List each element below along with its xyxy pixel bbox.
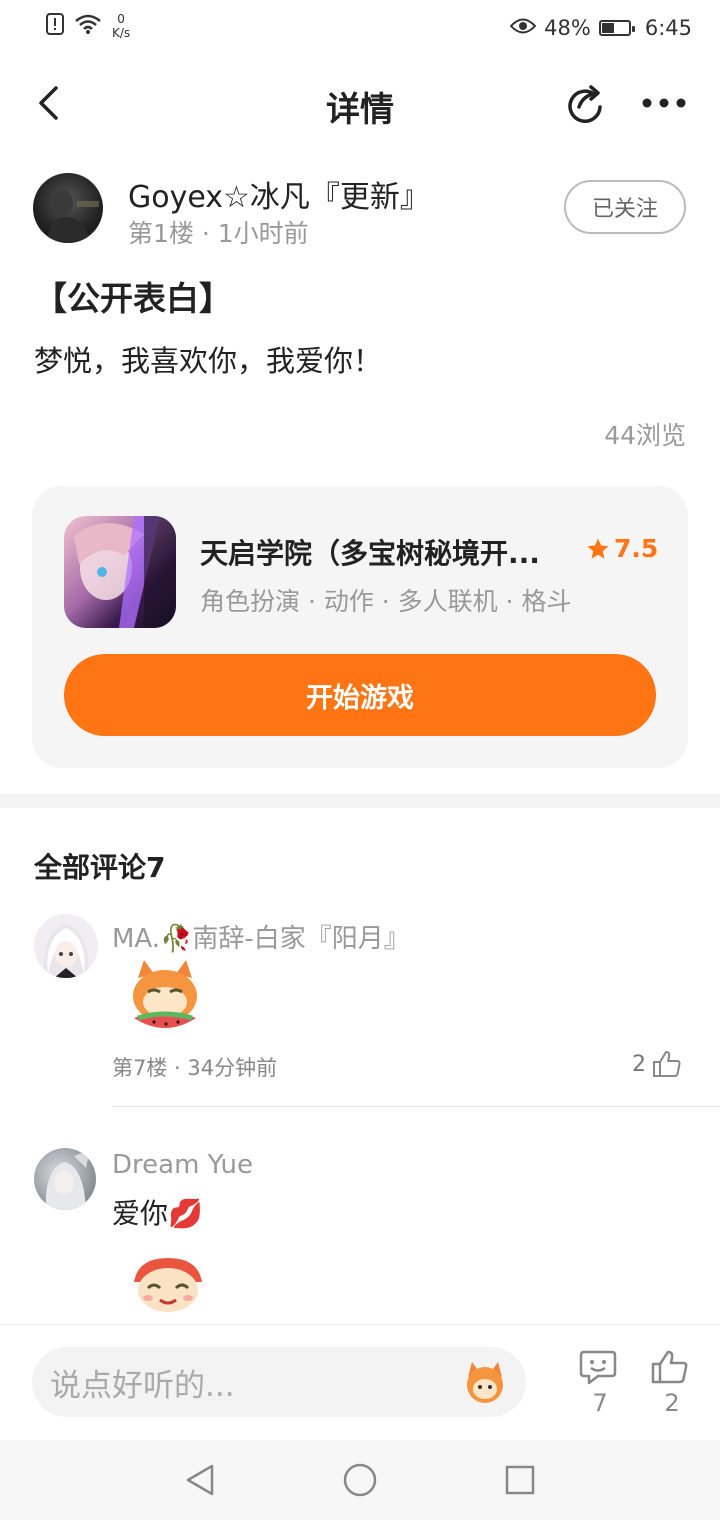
start-game-button[interactable]: 开始游戏 — [64, 654, 656, 736]
commenter-name[interactable]: Dream Yue — [112, 1150, 253, 1180]
commenter-avatar[interactable] — [34, 914, 98, 978]
page-title: 详情 — [326, 90, 394, 130]
system-nav-bar — [0, 1440, 720, 1520]
post-title: 【公开表白】 — [34, 279, 232, 318]
comment-text: 爱你💋 — [112, 1197, 203, 1230]
thumbs-up-icon — [651, 1350, 688, 1384]
comment-meta: 第7楼 · 34分钟前 — [112, 1056, 278, 1080]
like-count: 2 — [664, 1389, 680, 1417]
more-button[interactable] — [638, 80, 690, 126]
comments-header: 全部评论7 — [34, 851, 166, 884]
game-card[interactable]: 天启学院（多宝树秘境开... 7.5 角色扮演 · 动作 · 多人联机 · 格斗… — [32, 486, 688, 768]
star-icon — [587, 538, 609, 559]
comment-count-button[interactable]: 7 — [578, 1349, 622, 1417]
rating-value: 7.5 — [614, 534, 659, 563]
net-speed: 0 K/s — [112, 12, 131, 40]
post-body: 梦悦，我喜欢你，我爱你！ — [34, 344, 383, 378]
comment-bubble-icon — [579, 1350, 617, 1385]
emoji-picker-icon[interactable] — [462, 1359, 508, 1413]
author-name[interactable]: Goyex☆冰凡『更新』 — [128, 172, 430, 216]
bottom-bar: 说点好听的... 7 2 — [0, 1324, 720, 1441]
comment-floor: 第7楼 — [112, 1056, 168, 1080]
author-avatar[interactable] — [33, 173, 103, 243]
eye-icon — [509, 16, 537, 40]
share-button[interactable] — [562, 80, 608, 126]
game-tags: 角色扮演 · 动作 · 多人联机 · 格斗 — [200, 587, 572, 616]
square-recents-icon — [505, 1465, 535, 1495]
game-icon[interactable] — [64, 516, 176, 628]
system-back-button[interactable] — [176, 1458, 224, 1502]
post-time: 1小时前 — [217, 219, 309, 248]
commenter-name[interactable]: MA.🥀南辞-白家『阳月』 — [112, 918, 410, 955]
post-floor: 第1楼 — [128, 219, 194, 248]
wifi-icon — [74, 13, 102, 40]
comment-input[interactable]: 说点好听的... — [32, 1347, 526, 1417]
system-home-button[interactable] — [336, 1458, 384, 1502]
commenter-avatar[interactable] — [34, 1148, 96, 1210]
comment-time: 34分钟前 — [187, 1056, 278, 1080]
comment-separator — [112, 1106, 720, 1107]
comment-count: 7 — [592, 1389, 608, 1417]
battery-icon — [598, 20, 635, 36]
status-bar: 0 K/s 48% 6:45 — [0, 0, 720, 58]
alert-icon — [46, 12, 64, 40]
emoji-sticker — [128, 1252, 208, 1314]
comment-like-count: 2 — [632, 1051, 646, 1077]
thumbs-up-icon — [653, 1051, 681, 1077]
follow-button[interactable]: 已关注 — [564, 180, 686, 234]
triangle-back-icon — [186, 1464, 214, 1496]
system-recents-button[interactable] — [496, 1458, 544, 1502]
emoji-sticker — [124, 958, 206, 1034]
share-icon — [568, 85, 602, 123]
nav-bar: 详情 — [0, 60, 720, 150]
game-rating: 7.5 — [586, 534, 658, 563]
post-meta: 第1楼 · 1小时前 — [128, 219, 309, 248]
section-divider — [0, 794, 720, 808]
view-count: 44浏览 — [604, 421, 686, 450]
like-button[interactable]: 2 — [650, 1349, 694, 1417]
more-dots-icon — [642, 98, 686, 108]
battery-percent: 48% — [544, 16, 591, 40]
clock: 6:45 — [644, 16, 692, 40]
game-name[interactable]: 天启学院（多宝树秘境开... — [200, 532, 570, 572]
comment-input-placeholder: 说点好听的... — [50, 1367, 235, 1404]
circle-home-icon — [343, 1463, 377, 1497]
comment-like-button[interactable]: 2 — [632, 1050, 682, 1078]
